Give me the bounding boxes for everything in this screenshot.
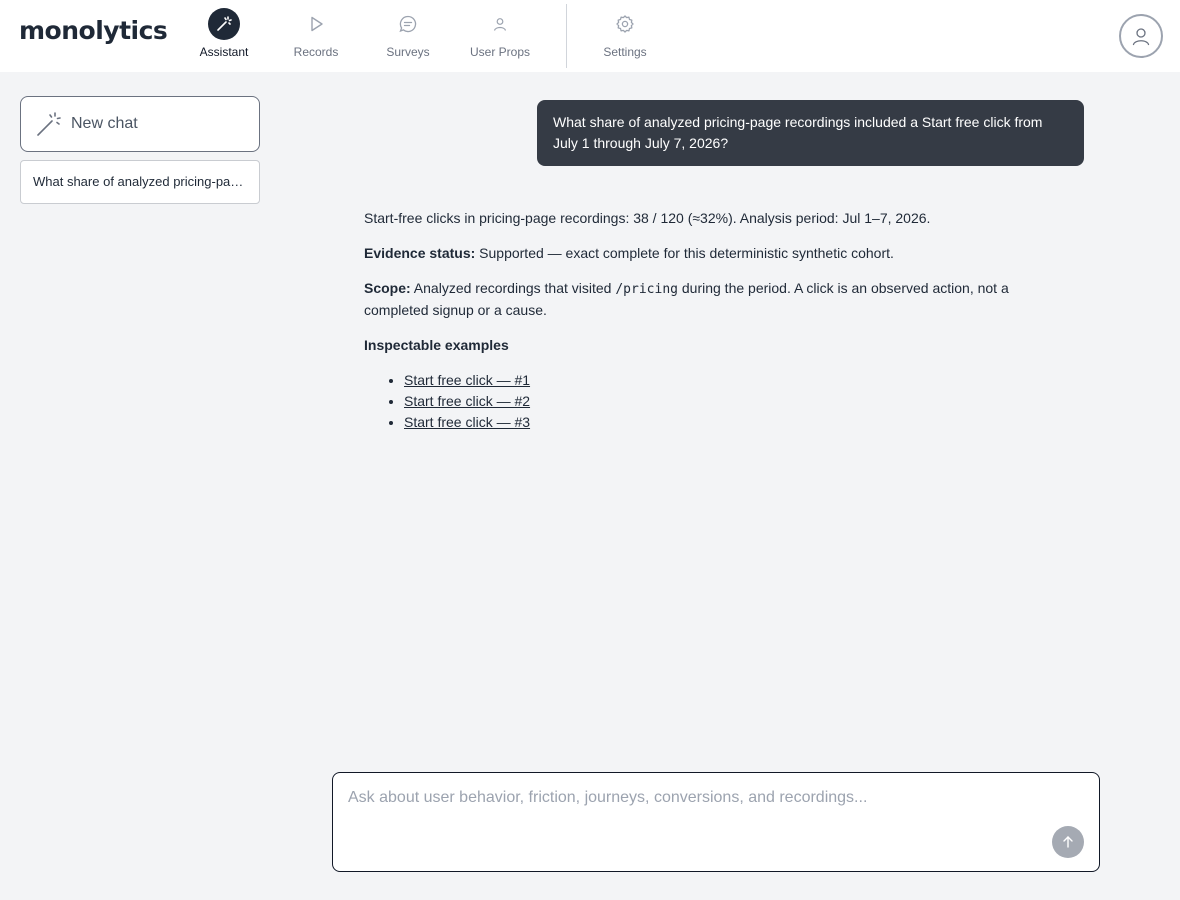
list-item: Start free click — #3 bbox=[404, 412, 1054, 433]
play-icon bbox=[300, 8, 332, 40]
example-link[interactable]: Start free click — #2 bbox=[404, 393, 530, 409]
evidence-label: Evidence status: bbox=[364, 245, 476, 261]
nav-label: Surveys bbox=[386, 45, 430, 59]
scope-text: Analyzed recordings that visited bbox=[410, 280, 616, 296]
send-button[interactable] bbox=[1052, 826, 1084, 858]
examples-heading: Inspectable examples bbox=[364, 337, 509, 353]
nav-assistant[interactable]: Assistant bbox=[200, 8, 248, 64]
user-icon bbox=[484, 8, 516, 40]
nav-divider bbox=[566, 4, 567, 68]
chat-input[interactable] bbox=[348, 789, 1048, 829]
new-chat-button[interactable]: New chat bbox=[20, 96, 260, 152]
evidence-text: Supported — exact complete for this dete… bbox=[475, 245, 894, 261]
scope: Scope: Analyzed recordings that visited … bbox=[364, 278, 1054, 321]
scope-label: Scope: bbox=[364, 280, 411, 296]
list-item: Start free click — #1 bbox=[404, 370, 1054, 391]
nav-settings[interactable]: Settings bbox=[600, 8, 650, 64]
top-bar: monolytics Assistant Records Surveys Use… bbox=[0, 0, 1180, 72]
chat-history-item[interactable]: What share of analyzed pricing-page reco… bbox=[20, 160, 260, 204]
nav-label: User Props bbox=[469, 45, 531, 59]
new-chat-label: New chat bbox=[71, 115, 138, 132]
app-logo[interactable]: monolytics bbox=[19, 16, 168, 45]
nav-records[interactable]: Records bbox=[292, 8, 340, 64]
magic-wand-icon bbox=[35, 110, 63, 138]
example-link[interactable]: Start free click — #1 bbox=[404, 372, 530, 388]
evidence-status: Evidence status: Supported — exact compl… bbox=[364, 243, 1054, 264]
answer-summary: Start-free clicks in pricing-page record… bbox=[364, 210, 931, 226]
scope-path: /pricing bbox=[615, 282, 678, 297]
user-message: What share of analyzed pricing-page reco… bbox=[537, 100, 1084, 166]
nav-label: Settings bbox=[603, 45, 647, 59]
nav-label: Assistant bbox=[199, 45, 249, 59]
arrow-up-icon bbox=[1061, 835, 1075, 849]
chat-composer bbox=[332, 772, 1100, 872]
profile-button[interactable] bbox=[1119, 14, 1163, 58]
example-link[interactable]: Start free click — #3 bbox=[404, 414, 530, 430]
list-item: Start free click — #2 bbox=[404, 391, 1054, 412]
magic-wand-icon bbox=[208, 8, 240, 40]
chat-bubble-icon bbox=[392, 8, 424, 40]
nav-label: Records bbox=[293, 45, 339, 59]
user-circle-icon bbox=[1130, 25, 1152, 47]
nav-surveys[interactable]: Surveys bbox=[384, 8, 432, 64]
gear-icon bbox=[609, 8, 641, 40]
assistant-answer: Start-free clicks in pricing-page record… bbox=[364, 208, 1054, 433]
nav-user-props[interactable]: User Props bbox=[468, 8, 532, 64]
examples-list: Start free click — #1 Start free click —… bbox=[364, 370, 1054, 433]
